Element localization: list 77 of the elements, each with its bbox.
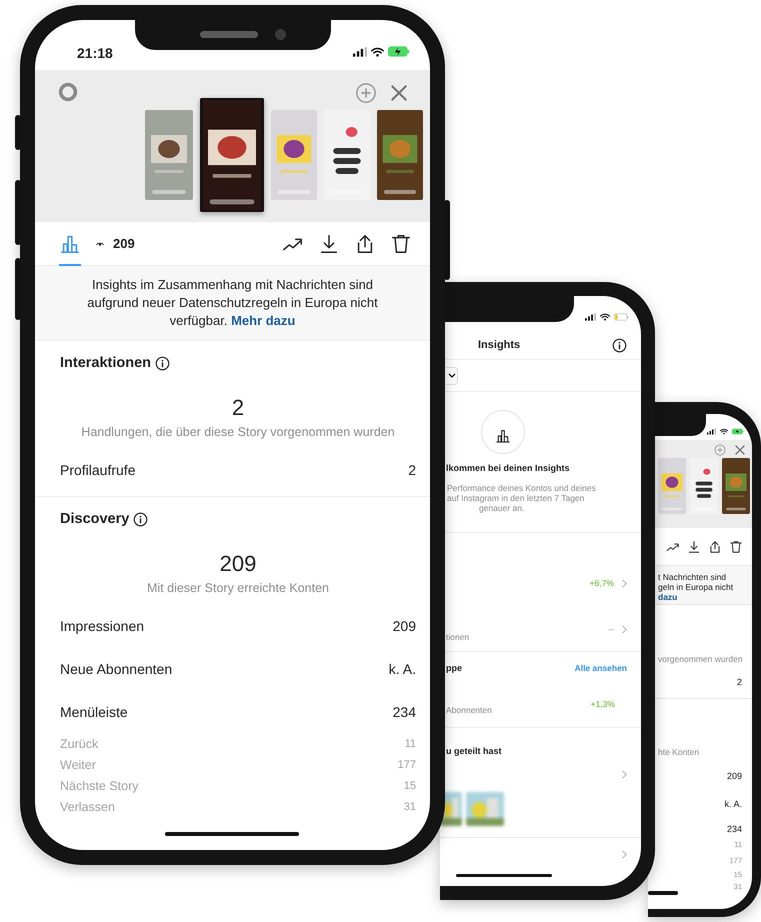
row-value: 209 (392, 616, 416, 636)
caption-text: vorgenommen wurden (657, 654, 744, 664)
signal-icon (707, 428, 716, 435)
caption-text: Abonnenten (446, 704, 492, 717)
dropdown[interactable] (446, 366, 458, 384)
row-label: Menüleiste (60, 702, 128, 722)
chart-icon (481, 410, 525, 454)
download-icon[interactable] (687, 540, 701, 554)
section-title: Interaktionen (60, 354, 152, 373)
welcome-title: lkommen bei deinen Insights (445, 462, 571, 475)
status-time: 21:18 (76, 44, 114, 63)
total-value: 2 (230, 394, 246, 421)
signal-icon (585, 313, 596, 321)
wifi-icon (371, 46, 384, 56)
row-label: Impressionen (60, 616, 144, 636)
chevron-icon[interactable] (622, 578, 627, 588)
info-icon[interactable] (155, 356, 170, 372)
camera (275, 29, 286, 40)
value-text: k. A. (724, 799, 742, 809)
notice-text: Insights im Zusammenhang mit Nachrichten sind aufgrund neuer Datenschutzregeln in Europa nicht verfügbar. Mehr dazu (86, 276, 379, 330)
value-text: -- (608, 623, 614, 636)
sub-row-label: Verlassen (60, 798, 115, 816)
screen-title: Insights (478, 338, 520, 354)
signal-icon (353, 46, 367, 56)
section-title: ppe (446, 662, 462, 675)
row-label: Profilaufrufe (60, 460, 136, 480)
close-icon[interactable] (734, 444, 746, 456)
settings-icon[interactable] (57, 81, 79, 103)
home-indicator (648, 891, 678, 895)
total-value: 209 (218, 550, 258, 577)
row-value: 2 (408, 460, 416, 480)
wifi-icon (720, 428, 728, 435)
trash-icon[interactable] (729, 540, 743, 554)
value-text: 234 (726, 824, 742, 834)
value-text: +6,7% (590, 577, 614, 590)
value-text: 2 (736, 677, 742, 687)
sub-row-value: 15 (404, 778, 416, 794)
sub-row-label: Zurück (60, 736, 98, 753)
welcome-text: genauer an. (479, 502, 526, 512)
battery-icon (732, 428, 744, 435)
chevron-icon[interactable] (622, 624, 627, 634)
more-link[interactable]: Mehr dazu (231, 313, 296, 328)
sub-row-value: 31 (404, 800, 416, 815)
more-link[interactable]: dazu (658, 592, 678, 602)
value-text: 209 (726, 771, 742, 781)
row-value: 234 (392, 702, 416, 722)
view-count: 209 (113, 234, 135, 253)
speaker (200, 31, 258, 38)
sub-row-label: Nächste Story (60, 778, 139, 795)
battery-icon (388, 46, 410, 57)
info-icon[interactable] (612, 338, 627, 353)
section-title: u geteilt hast (446, 746, 502, 756)
share-icon[interactable] (708, 540, 722, 554)
chevron-icon[interactable] (622, 770, 627, 779)
caption-text: tionen (446, 631, 470, 644)
notice-text: t Nachrichten sind (658, 572, 728, 582)
caption-text: Mit dieser Story erreichte Konten (146, 580, 330, 597)
caption-text: Handlungen, die über diese Story vorgenommen wurden (80, 424, 396, 441)
caret-icon (448, 372, 456, 378)
close-icon[interactable] (389, 83, 409, 103)
battery-icon (614, 313, 629, 321)
caption-text: hte Konten (657, 747, 700, 757)
sub-row-label: Weiter (60, 756, 96, 774)
row-label: Neue Abonnenten (60, 660, 172, 678)
welcome-text: auf Instagram in den letzten 7 Tagen (447, 492, 586, 502)
row-value: k. A. (388, 660, 416, 678)
info-icon[interactable] (133, 512, 148, 528)
sub-row-value: 177 (398, 758, 416, 773)
chevron-icon[interactable] (622, 850, 627, 859)
sub-row-value: 11 (404, 736, 416, 752)
section-title: Discovery (60, 510, 130, 529)
download-icon[interactable] (318, 232, 340, 254)
value-text: +1,3% (590, 698, 615, 711)
notice-text: geln in Europa nicht (658, 582, 734, 592)
trash-icon[interactable] (390, 232, 412, 254)
welcome-text: Performance deines Kontos und deines (447, 482, 597, 492)
wifi-icon (600, 313, 610, 321)
